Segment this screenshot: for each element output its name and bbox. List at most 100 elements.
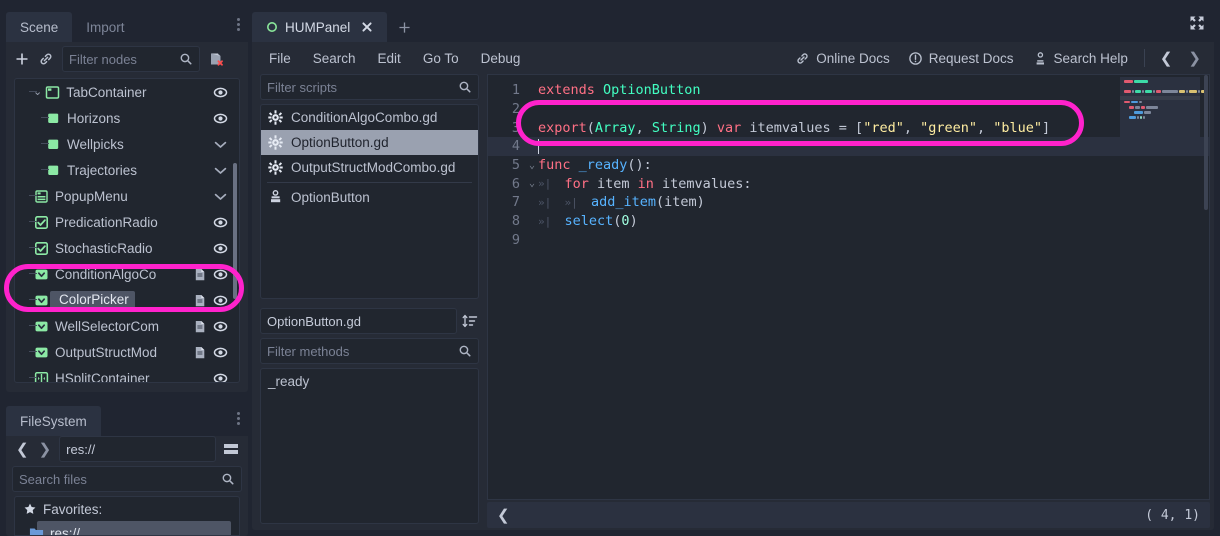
script-icon[interactable]: [192, 292, 209, 309]
script-list[interactable]: ConditionAlgoCombo.gd OptionButton.gd Outp…: [260, 104, 479, 299]
chevron-left-icon[interactable]: ❮: [497, 506, 510, 524]
member-list-item[interactable]: _ready: [261, 369, 478, 393]
scene-dock: Scene Import Filter nodes ⌄ TabContainer…: [6, 6, 248, 392]
scene-tree-item-wellpicks[interactable]: Wellpicks: [15, 131, 239, 157]
code-line[interactable]: 7 »| »| add_item(item): [488, 193, 1209, 212]
code-token: item: [597, 175, 638, 192]
search-files-input[interactable]: Search files: [12, 466, 242, 492]
eye-icon[interactable]: [212, 110, 229, 127]
tab-filesystem[interactable]: FileSystem: [6, 406, 101, 436]
menu-edit[interactable]: Edit: [369, 47, 410, 70]
code-fold-arrow-icon[interactable]: ⌄: [526, 178, 538, 189]
chevron-down-icon[interactable]: [212, 162, 229, 179]
scene-tree[interactable]: ⌄ TabContainer Horizons Wellpicks Trajectori…: [14, 78, 240, 383]
menu-go-to[interactable]: Go To: [414, 47, 468, 70]
request-docs-button[interactable]: Request Docs: [900, 47, 1022, 70]
filter-methods-input[interactable]: Filter methods: [260, 338, 479, 364]
script-remove-icon[interactable]: [208, 51, 225, 68]
plus-icon[interactable]: [397, 20, 412, 35]
tree-guide-line: [29, 91, 37, 92]
scene-tree-item-conditionalgoco[interactable]: ConditionAlgoCo: [15, 261, 239, 287]
script-icon[interactable]: [192, 266, 209, 283]
close-icon[interactable]: [361, 21, 373, 33]
script-list-item-outputstructmodcombo-gd[interactable]: OutputStructModCombo.gd: [261, 155, 478, 180]
code-fold-arrow-icon[interactable]: ⌄: [526, 160, 538, 171]
search-doc-icon: [1032, 51, 1048, 66]
search-icon[interactable]: [458, 80, 472, 94]
search-help-button[interactable]: Search Help: [1024, 47, 1136, 70]
tab-import[interactable]: Import: [72, 12, 138, 42]
script-list-item-optionbutton[interactable]: OptionButton: [261, 185, 478, 210]
menu-search[interactable]: Search: [304, 47, 365, 70]
scene-tree-item-colorpicker[interactable]: ColorPicker: [15, 287, 239, 313]
search-icon[interactable]: [179, 52, 193, 66]
scene-tree-item-trajectories[interactable]: Trajectories: [15, 157, 239, 183]
search-icon[interactable]: [458, 344, 472, 358]
filter-scripts-input[interactable]: Filter scripts: [260, 74, 479, 100]
code-line[interactable]: 8 »| select(0): [488, 212, 1209, 231]
sort-icon[interactable]: [461, 313, 479, 329]
minimap-token: [1144, 90, 1152, 93]
script-icon[interactable]: [192, 318, 209, 335]
scene-toolbar: Filter nodes: [14, 46, 240, 72]
script-list-item-optionbutton-gd[interactable]: OptionButton.gd: [261, 130, 478, 155]
tab-humpanel[interactable]: HUMPanel: [252, 12, 388, 42]
script-list-item-conditionalgocombo-gd[interactable]: ConditionAlgoCombo.gd: [261, 105, 478, 130]
chevron-right-icon[interactable]: ❯: [37, 440, 54, 458]
current-script-field[interactable]: OptionButton.gd: [260, 308, 457, 334]
code-editor[interactable]: 1 extends OptionButton 2 3 export(Array, Str…: [487, 74, 1210, 500]
eye-icon[interactable]: [212, 344, 229, 361]
menu-file[interactable]: File: [260, 47, 300, 70]
filesystem-dock-menu-icon[interactable]: [237, 412, 240, 425]
script-icon[interactable]: [192, 344, 209, 361]
code-line[interactable]: 9: [488, 231, 1209, 250]
eye-icon[interactable]: [212, 214, 229, 231]
scene-tree-item-predicationradio[interactable]: PredicationRadio: [15, 209, 239, 235]
online-docs-button[interactable]: Online Docs: [787, 47, 898, 70]
filesystem-tree[interactable]: Favorites: res://: [14, 496, 240, 536]
chevron-left-icon[interactable]: ❮: [1153, 46, 1180, 70]
code-line[interactable]: 2: [488, 100, 1209, 119]
code-line[interactable]: 4: [488, 137, 1209, 156]
code-line[interactable]: 1 extends OptionButton: [488, 81, 1209, 100]
scene-tree-item-outputstructmod[interactable]: OutputStructMod: [15, 339, 239, 365]
code-line[interactable]: 5 ⌄ func _ready():: [488, 156, 1209, 175]
filter-nodes-input[interactable]: Filter nodes: [62, 46, 200, 72]
toolbar-divider: [1143, 49, 1145, 67]
link-icon[interactable]: [38, 51, 54, 67]
code-line[interactable]: 6 ⌄ »| for item in itemvalues:: [488, 174, 1209, 193]
eye-icon[interactable]: [212, 370, 229, 382]
eye-icon[interactable]: [212, 266, 229, 283]
eye-icon[interactable]: [212, 84, 229, 101]
scene-tree-item-horizons[interactable]: Horizons: [15, 105, 239, 131]
scene-tree-item-tabcontainer[interactable]: ⌄ TabContainer: [15, 79, 239, 105]
filesystem-favorites-row[interactable]: Favorites:: [15, 497, 239, 521]
scene-tree-item-hsplitcontainer[interactable]: HSplitContainer: [15, 365, 239, 382]
chevron-down-icon[interactable]: [212, 188, 229, 205]
code-minimap[interactable]: [1120, 77, 1209, 137]
scene-tree-scrollbar[interactable]: [233, 163, 237, 299]
scene-dock-menu-icon[interactable]: [237, 18, 240, 31]
scene-tree-item-wellselectorcom[interactable]: WellSelectorCom: [15, 313, 239, 339]
filesystem-dock-tabs: FileSystem: [6, 400, 248, 436]
scene-tree-item-stochasticradio[interactable]: StochasticRadio: [15, 235, 239, 261]
chevron-down-icon[interactable]: [212, 136, 229, 153]
scene-tree-item-popupmenu[interactable]: PopupMenu: [15, 183, 239, 209]
code-scrollbar[interactable]: [1204, 75, 1208, 210]
eye-icon[interactable]: [212, 318, 229, 335]
tab-scene[interactable]: Scene: [6, 12, 73, 42]
chevron-right-icon[interactable]: ❯: [1181, 46, 1208, 70]
fold-arrow-icon[interactable]: ⌄: [33, 87, 42, 98]
expand-icon[interactable]: [1188, 14, 1206, 32]
filesystem-path-input[interactable]: res://: [59, 436, 216, 462]
eye-icon[interactable]: [212, 292, 229, 309]
search-icon[interactable]: [221, 472, 235, 486]
menu-debug[interactable]: Debug: [472, 47, 530, 70]
filesystem-item-res[interactable]: res://: [29, 521, 231, 535]
member-list[interactable]: _ready: [260, 368, 479, 524]
plus-icon[interactable]: [14, 51, 30, 67]
split-mode-icon[interactable]: [222, 441, 240, 457]
code-line[interactable]: 3 export(Array, String) var itemvalues = …: [488, 118, 1209, 137]
chevron-left-icon[interactable]: ❮: [14, 440, 31, 458]
eye-icon[interactable]: [212, 240, 229, 257]
